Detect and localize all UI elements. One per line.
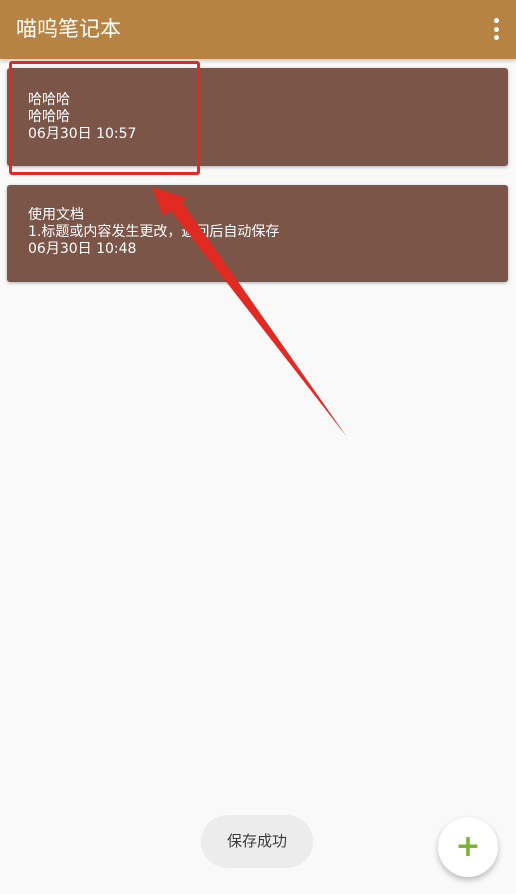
note-content: 1.标题或内容发生更改，返回后自动保存 [28, 224, 280, 240]
more-vert-icon[interactable] [492, 18, 500, 40]
toast-message: 保存成功 [201, 815, 313, 868]
note-card[interactable]: 使用文档 1.标题或内容发生更改，返回后自动保存 06月30日 10:48 [7, 185, 508, 282]
add-note-button[interactable]: + [438, 817, 498, 877]
app-bar: 喵呜笔记本 [0, 0, 516, 59]
note-title: 使用文档 [28, 207, 84, 223]
note-text: 使用文档 1.标题或内容发生更改，返回后自动保存 06月30日 10:48 [28, 207, 279, 258]
note-content: 哈哈哈 [28, 109, 70, 125]
menu-dot [493, 35, 499, 40]
plus-icon: + [455, 829, 481, 864]
note-time: 06月30日 10:57 [28, 126, 137, 142]
note-time: 06月30日 10:48 [28, 241, 137, 257]
menu-dot [493, 18, 499, 23]
menu-dot [493, 26, 499, 32]
note-title: 哈哈哈 [28, 92, 70, 108]
app-title: 喵呜笔记本 [16, 17, 121, 41]
note-card[interactable]: 哈哈哈 哈哈哈 06月30日 10:57 [7, 68, 508, 166]
note-text: 哈哈哈 哈哈哈 06月30日 10:57 [28, 92, 136, 143]
